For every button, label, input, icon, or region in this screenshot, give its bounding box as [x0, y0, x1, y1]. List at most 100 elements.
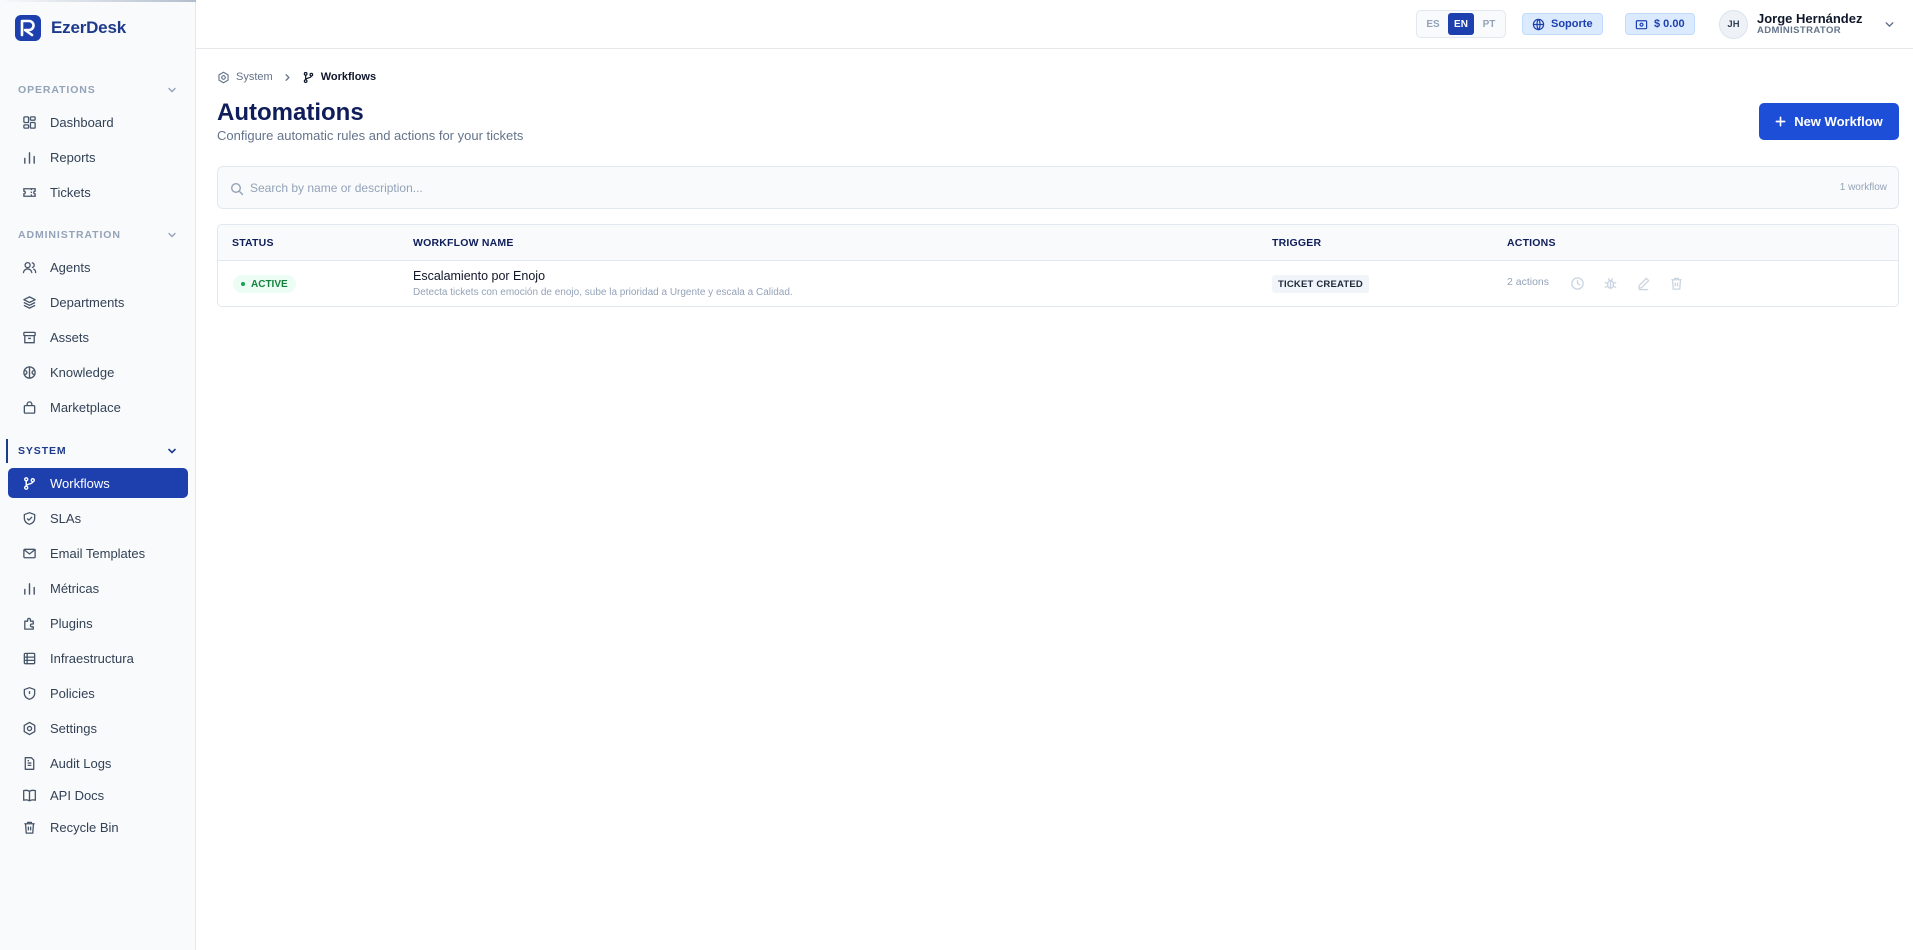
git-branch-icon — [303, 71, 313, 83]
page-title: Automations — [217, 99, 364, 126]
shield-icon — [23, 686, 36, 700]
sidebar-item-label: Settings — [50, 720, 97, 736]
sidebar-item-email-templates[interactable]: Email Templates — [8, 538, 188, 568]
archive-icon — [23, 331, 36, 343]
bar-chart-icon — [24, 582, 35, 595]
sidebar-item-label: Infraestructura — [50, 650, 134, 666]
sidebar-item-departments[interactable]: Departments — [8, 287, 188, 317]
sidebar-item-reports[interactable]: Reports — [8, 142, 188, 172]
sidebar-item-audit-logs[interactable]: Audit Logs — [8, 748, 188, 778]
layers-icon — [23, 295, 36, 309]
breadcrumb-parent-link[interactable]: System — [236, 71, 273, 83]
new-workflow-label: New Workflow — [1794, 114, 1883, 129]
section-title: ADMINISTRATION — [18, 229, 121, 241]
git-branch-icon — [24, 476, 35, 490]
status-label: ACTIVE — [251, 278, 288, 290]
workflow-name[interactable]: Escalamiento por Enojo — [413, 269, 545, 283]
sidebar-item-label: Métricas — [50, 580, 100, 596]
sidebar-item-dashboard[interactable]: Dashboard — [8, 107, 188, 137]
sidebar-item-recycle-bin[interactable]: Recycle Bin — [8, 812, 188, 842]
book-icon — [23, 789, 36, 801]
sidebar-item-infraestructura[interactable]: Infraestructura — [8, 643, 188, 673]
sidebar-item-label: Policies — [50, 685, 95, 701]
chevron-down-icon — [168, 87, 176, 93]
sidebar-item-label: API Docs — [50, 787, 105, 803]
workflow-description: Detecta tickets con emoción de enojo, su… — [413, 287, 793, 298]
sidebar-item-slas[interactable]: SLAs — [8, 503, 188, 533]
history-icon[interactable] — [1570, 276, 1585, 291]
sidebar-item-knowledge[interactable]: Knowledge — [8, 357, 188, 387]
search-bar: 1 workflow — [217, 166, 1899, 209]
sidebar-item-marketplace[interactable]: Marketplace — [8, 392, 188, 422]
sidebar-item-label: Dashboard — [50, 114, 114, 130]
brand[interactable]: EzerDesk — [14, 13, 126, 43]
globe-icon — [1532, 18, 1545, 31]
breadcrumb: System Workflows — [217, 69, 376, 85]
sidebar-item-label: Workflows — [50, 475, 110, 491]
brain-icon — [23, 365, 36, 379]
trash-icon[interactable] — [1669, 276, 1684, 291]
shield-check-icon — [23, 511, 36, 525]
sidebar-item-api-docs[interactable]: API Docs — [8, 780, 188, 810]
sidebar-item-agents[interactable]: Agents — [8, 252, 188, 282]
bar-chart-icon — [24, 151, 35, 164]
support-label: Soporte — [1551, 18, 1593, 30]
language-en-button[interactable]: EN — [1448, 13, 1474, 35]
language-switcher: ES EN PT — [1416, 10, 1506, 38]
chevron-down-icon — [168, 232, 176, 238]
section-operations-header[interactable]: OPERATIONS — [18, 83, 178, 97]
avatar: JH — [1719, 9, 1748, 39]
chevron-down-icon — [168, 448, 176, 454]
user-menu[interactable]: JH Jorge Hernández ADMINISTRATOR — [1719, 8, 1896, 40]
app-root: EzerDesk OPERATIONS Dashboard Reports Ti… — [0, 0, 1913, 950]
language-es-button[interactable]: ES — [1420, 13, 1446, 35]
trash-icon — [24, 821, 35, 834]
sidebar-item-label: Recycle Bin — [50, 819, 119, 835]
sidebar-item-label: Departments — [50, 294, 125, 310]
balance-label: $ 0.00 — [1654, 18, 1685, 30]
search-input[interactable] — [250, 173, 1750, 203]
table-row[interactable]: ACTIVE Escalamiento por Enojo Detecta ti… — [218, 261, 1898, 306]
file-text-icon — [24, 756, 35, 770]
sidebar-item-label: Marketplace — [50, 399, 121, 415]
balance-button[interactable]: $ 0.00 — [1625, 13, 1695, 35]
edit-icon[interactable] — [1636, 276, 1651, 291]
user-name: Jorge Hernández — [1757, 10, 1863, 26]
column-header-status: STATUS — [232, 237, 274, 249]
sidebar-top-accent — [0, 0, 196, 2]
sidebar-item-label: Knowledge — [50, 364, 115, 380]
server-icon — [23, 652, 36, 664]
section-administration-header[interactable]: ADMINISTRATION — [18, 228, 178, 242]
search-icon — [230, 182, 244, 196]
sidebar-item-workflows[interactable]: Workflows — [8, 468, 188, 498]
sidebar-item-policies[interactable]: Policies — [8, 678, 188, 708]
section-title: OPERATIONS — [18, 84, 96, 96]
sidebar-item-metricas[interactable]: Métricas — [8, 573, 188, 603]
bug-icon[interactable] — [1603, 276, 1618, 291]
chevron-right-icon — [285, 73, 290, 81]
sidebar-item-label: Reports — [50, 149, 96, 165]
status-badge: ACTIVE — [233, 275, 296, 293]
plus-icon — [1775, 116, 1786, 127]
page-subtitle: Configure automatic rules and actions fo… — [217, 128, 524, 143]
user-role: ADMINISTRATOR — [1757, 24, 1842, 36]
gear-icon — [23, 721, 36, 735]
support-button[interactable]: Soporte — [1522, 13, 1603, 35]
language-pt-button[interactable]: PT — [1476, 13, 1502, 35]
sidebar-item-tickets[interactable]: Tickets — [8, 177, 188, 207]
table-header: STATUS WORKFLOW NAME TRIGGER ACTIONS — [218, 225, 1898, 261]
actions-count: 2 actions — [1507, 276, 1550, 288]
mail-icon — [23, 548, 36, 558]
section-system-header[interactable]: SYSTEM — [18, 444, 178, 458]
dashboard-icon — [23, 115, 36, 129]
new-workflow-button[interactable]: New Workflow — [1759, 103, 1899, 140]
sidebar-item-assets[interactable]: Assets — [8, 322, 188, 352]
topbar: ES EN PT Soporte $ 0.00 JH Jorge Hernánd… — [196, 0, 1913, 49]
sidebar-item-settings[interactable]: Settings — [8, 713, 188, 743]
column-header-trigger: TRIGGER — [1272, 237, 1322, 249]
ezerdesk-logo-icon — [15, 15, 41, 41]
sidebar-item-plugins[interactable]: Plugins — [8, 608, 188, 638]
column-header-actions: ACTIONS — [1507, 237, 1556, 249]
sidebar-item-label: Audit Logs — [50, 755, 112, 771]
workflows-table: STATUS WORKFLOW NAME TRIGGER ACTIONS ACT… — [217, 224, 1899, 307]
